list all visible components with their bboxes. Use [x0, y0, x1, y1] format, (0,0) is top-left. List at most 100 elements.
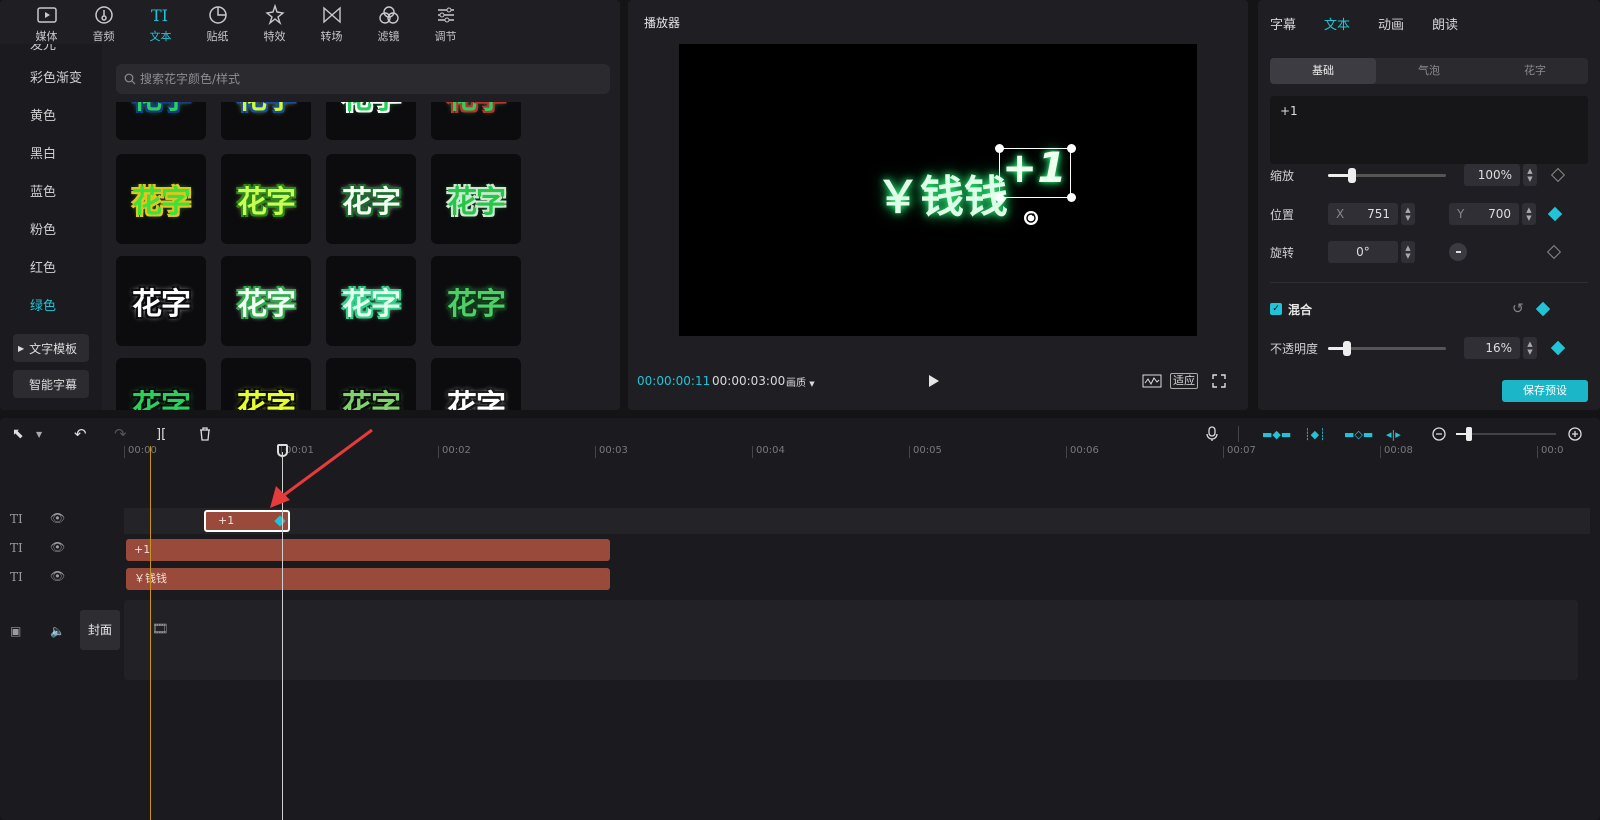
opacity-value[interactable]: 16%	[1464, 337, 1520, 359]
tab-audio[interactable]: 音频	[75, 0, 132, 44]
tab-adjust[interactable]: 调节	[417, 0, 474, 44]
text-style-tile[interactable]: 花字	[221, 358, 311, 410]
link-main-track-icon[interactable]: ▬◆▬	[1262, 428, 1291, 441]
opacity-stepper[interactable]: ▲ ▼	[1523, 337, 1537, 359]
video-canvas[interactable]: ￥钱钱 +1	[679, 44, 1197, 336]
y-value[interactable]: 700	[1488, 207, 1511, 221]
undo-icon[interactable]: ↶	[74, 425, 87, 443]
rotate-dial-icon[interactable]	[1449, 243, 1467, 261]
snap-icon[interactable]: ┊◆┊	[1304, 428, 1326, 441]
scale-stepper[interactable]: ▲ ▼	[1523, 164, 1537, 186]
segment-bubble[interactable]: 气泡	[1376, 58, 1482, 84]
text-style-tile[interactable]: 花字	[326, 358, 416, 410]
text-style-tile[interactable]: 花字	[116, 154, 206, 244]
blend-keyframe-icon[interactable]	[1535, 301, 1550, 317]
resize-handle-br[interactable]	[1067, 193, 1076, 202]
search-input[interactable]	[140, 72, 580, 86]
scale-value[interactable]: 100%	[1464, 164, 1520, 186]
zoom-slider[interactable]	[1456, 427, 1556, 441]
category-blue[interactable]: 蓝色	[0, 174, 102, 212]
segment-basic[interactable]: 基础	[1270, 58, 1376, 84]
eye-icon[interactable]: 👁	[50, 511, 65, 525]
scale-slider-knob[interactable]	[1347, 167, 1356, 183]
main-track[interactable]	[124, 600, 1578, 680]
category-red[interactable]: 红色	[0, 250, 102, 288]
opacity-keyframe-icon[interactable]	[1550, 340, 1566, 356]
position-y-field[interactable]: Y 700	[1449, 203, 1519, 225]
category-pink[interactable]: 粉色	[0, 212, 102, 250]
text-style-tile[interactable]: 花字	[326, 102, 416, 140]
smart-captions-button[interactable]: 智能字幕	[13, 370, 89, 398]
zoom-in-icon[interactable]	[1568, 427, 1582, 441]
text-style-tile[interactable]: 花字	[326, 256, 416, 346]
text-style-tile[interactable]: 花字	[431, 358, 521, 410]
video-text-money[interactable]: ￥钱钱	[876, 161, 1008, 225]
chevron-down-icon[interactable]: ▼	[36, 430, 42, 439]
zoom-slider-knob[interactable]	[1466, 427, 1472, 441]
scale-slider[interactable]	[1328, 167, 1446, 183]
category-yellow[interactable]: 黄色	[0, 98, 102, 136]
position-x-field[interactable]: X 751	[1328, 203, 1398, 225]
text-content-input[interactable]: +1	[1270, 96, 1588, 164]
tab-text-props[interactable]: 文本	[1324, 14, 1350, 33]
text-style-tile[interactable]: 花字	[221, 256, 311, 346]
rotate-keyframe-icon[interactable]	[1546, 244, 1562, 260]
tab-subtitle[interactable]: 字幕	[1270, 14, 1296, 33]
tab-read-aloud[interactable]: 朗读	[1432, 14, 1458, 33]
text-template-button[interactable]: ▶ 文字模板	[13, 334, 89, 362]
opacity-slider[interactable]	[1328, 340, 1446, 356]
delete-icon[interactable]	[198, 427, 212, 441]
text-style-tile[interactable]: 花字	[116, 358, 206, 410]
eye-icon[interactable]: 👁	[50, 540, 65, 554]
scale-keyframe-icon[interactable]	[1550, 167, 1566, 183]
resize-handle-tl[interactable]	[995, 144, 1004, 153]
preview-axis-icon[interactable]: ◂|▸	[1386, 428, 1401, 441]
eye-icon[interactable]: 👁	[50, 569, 65, 583]
tab-effects[interactable]: 特效	[246, 0, 303, 44]
position-x-stepper[interactable]: ▲ ▼	[1401, 203, 1415, 225]
tab-media[interactable]: 媒体	[18, 0, 75, 44]
link-icon[interactable]: ▬◇▬	[1344, 428, 1373, 441]
tab-transition[interactable]: 转场	[303, 0, 360, 44]
waveform-icon[interactable]	[1142, 373, 1162, 389]
play-icon[interactable]	[928, 374, 940, 388]
save-preset-button[interactable]: 保存预设	[1502, 380, 1588, 402]
text-style-tile[interactable]: 花字	[431, 102, 521, 140]
text-style-tile[interactable]: 花字	[221, 102, 311, 140]
reset-icon[interactable]: ↺	[1512, 301, 1524, 317]
tab-animation[interactable]: 动画	[1378, 14, 1404, 33]
cover-button[interactable]: 封面	[80, 610, 120, 650]
text-style-tile[interactable]: 花字	[431, 256, 521, 346]
category-black-white[interactable]: 黑白	[0, 136, 102, 174]
selection-box[interactable]	[999, 148, 1071, 198]
opacity-slider-knob[interactable]	[1342, 340, 1351, 356]
category-green[interactable]: 绿色	[0, 288, 102, 326]
speaker-icon[interactable]: 🔈	[50, 624, 65, 638]
resize-handle-tr[interactable]	[1067, 144, 1076, 153]
text-style-tile[interactable]: 花字	[116, 256, 206, 346]
segment-fancy-text[interactable]: 花字	[1482, 58, 1588, 84]
blend-checkbox[interactable]: ✓	[1270, 303, 1282, 315]
rotate-icon[interactable]	[1023, 210, 1039, 226]
fullscreen-icon[interactable]	[1212, 374, 1226, 388]
text-style-tile[interactable]: 花字	[116, 102, 206, 140]
position-keyframe-icon[interactable]	[1547, 206, 1563, 222]
fit-button[interactable]: 适应	[1170, 373, 1198, 389]
tab-text[interactable]: TI 文本	[132, 0, 189, 44]
rotate-field[interactable]: 0°	[1328, 241, 1398, 263]
select-tool-icon[interactable]: ⬉	[12, 426, 24, 442]
text-clip-plus-one[interactable]: +1	[126, 539, 610, 561]
tab-filter[interactable]: 滤镜	[360, 0, 417, 44]
tab-sticker[interactable]: 贴纸	[189, 0, 246, 44]
resize-handle-bl[interactable]	[995, 193, 1004, 202]
text-style-tile[interactable]: 花字	[221, 154, 311, 244]
zoom-out-icon[interactable]	[1432, 427, 1446, 441]
text-style-tile[interactable]: 花字	[431, 154, 521, 244]
rotate-stepper[interactable]: ▲ ▼	[1401, 241, 1415, 263]
category-gradient[interactable]: 彩色渐变	[0, 60, 102, 98]
text-style-tile[interactable]: 花字	[326, 154, 416, 244]
text-clip-money[interactable]: ￥钱钱	[126, 568, 610, 590]
category-glow[interactable]: 发光	[0, 44, 102, 60]
quality-dropdown[interactable]: 画质 ▼	[786, 374, 815, 389]
position-y-stepper[interactable]: ▲ ▼	[1522, 203, 1536, 225]
